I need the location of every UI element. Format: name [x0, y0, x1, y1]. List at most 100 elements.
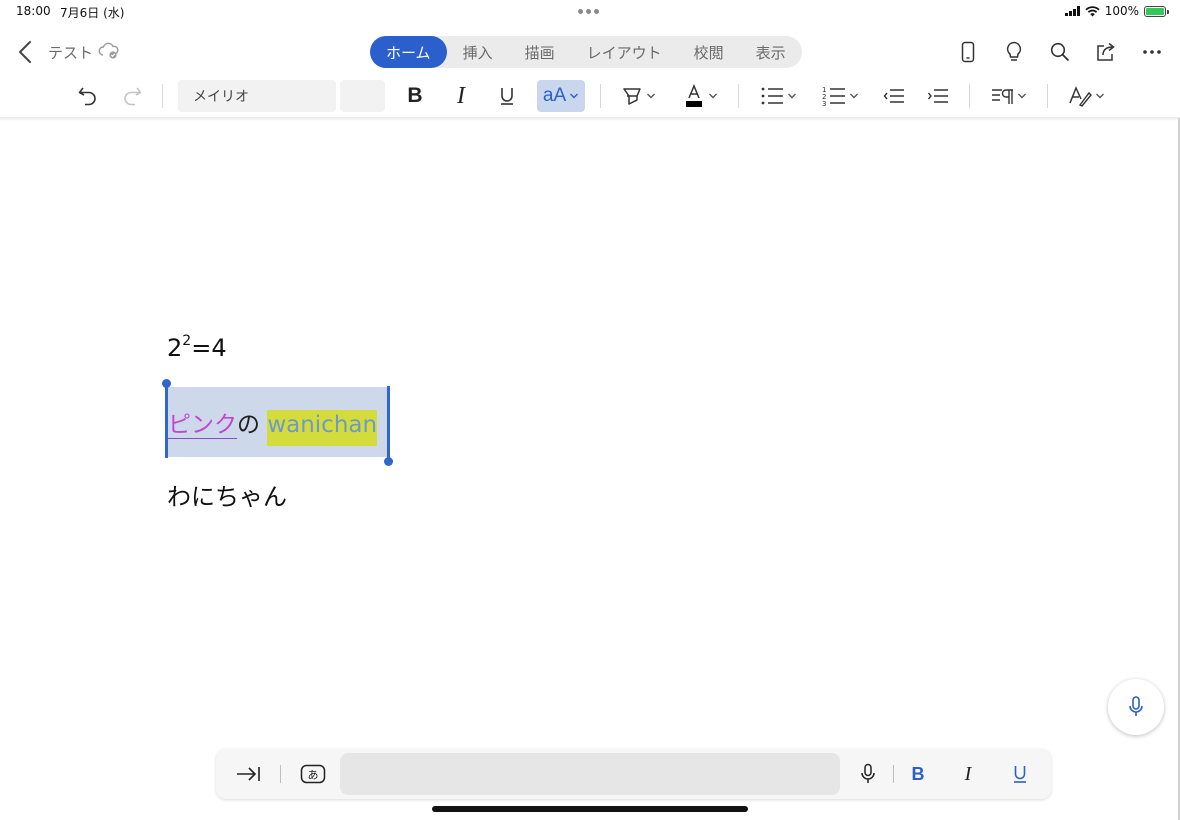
bold-icon: B — [911, 763, 925, 784]
numbering-button[interactable]: 123 — [818, 80, 862, 112]
svg-text:3: 3 — [822, 100, 826, 107]
chevron-down-icon — [787, 93, 796, 99]
tab-insert[interactable]: 挿入 — [447, 36, 509, 68]
tab-draw[interactable]: 描画 — [509, 36, 571, 68]
bold-icon: B — [407, 84, 423, 107]
tab-home[interactable]: ホーム — [370, 36, 447, 68]
chevron-down-icon — [570, 93, 579, 99]
status-indicators: 100% — [1064, 4, 1169, 18]
increase-indent-icon — [927, 89, 948, 103]
document-title[interactable]: テスト — [48, 42, 93, 63]
redo-button[interactable] — [116, 80, 148, 112]
back-button[interactable] — [14, 38, 38, 66]
paragraph-text[interactable]: わにちゃん — [167, 477, 287, 512]
svg-text:あ: あ — [308, 769, 319, 782]
tab-key-button[interactable] — [232, 758, 264, 790]
paragraph-button[interactable] — [986, 80, 1030, 112]
multitasking-dots-icon[interactable] — [578, 9, 599, 14]
bar-divider — [280, 765, 281, 783]
paragraph-icon — [991, 89, 1013, 104]
cellular-signal-icon — [1064, 6, 1080, 16]
tab-review[interactable]: 校閲 — [678, 36, 740, 68]
battery-icon — [1144, 5, 1169, 17]
mobile-view-button[interactable] — [952, 38, 984, 66]
highlight-color-button[interactable] — [616, 80, 660, 112]
search-button[interactable] — [1044, 38, 1076, 66]
ribbon-shadow — [0, 117, 1180, 121]
input-mode-button[interactable]: あ — [296, 758, 330, 790]
highlighter-icon — [622, 88, 641, 105]
status-time: 18:00 — [16, 4, 51, 18]
dictation-key-button[interactable] — [852, 758, 884, 790]
lightbulb-icon — [1006, 41, 1022, 61]
styles-button[interactable] — [1064, 80, 1108, 112]
italic-icon: I — [964, 762, 972, 785]
selection-end-handle[interactable] — [384, 457, 393, 466]
undo-icon — [78, 87, 96, 106]
tab-layout[interactable]: レイアウト — [571, 36, 678, 68]
equation-exponent: 2 — [182, 333, 192, 349]
equation-base: 2 — [167, 334, 183, 362]
home-ribbon: メイリオ B I aA 123 — [0, 76, 1180, 116]
ribbon-divider — [969, 84, 970, 108]
more-button[interactable] — [1136, 38, 1168, 66]
decrease-indent-icon — [883, 89, 904, 103]
share-button[interactable] — [1090, 38, 1122, 66]
bold-button[interactable]: B — [400, 80, 430, 112]
bullets-button[interactable] — [756, 80, 800, 112]
bar-divider — [893, 765, 894, 783]
text-effects-button[interactable]: aA — [537, 80, 585, 112]
dictate-button[interactable] — [1108, 679, 1164, 735]
keyboard-kana-icon: あ — [300, 764, 326, 784]
bullets-icon — [761, 87, 783, 105]
numbering-icon: 123 — [822, 86, 845, 107]
underline-button[interactable] — [492, 80, 522, 112]
ribbon-divider — [1047, 84, 1048, 108]
selection-end-bar — [387, 386, 390, 458]
highlighted-text: wanichan — [267, 410, 378, 446]
font-size-field[interactable] — [340, 80, 385, 112]
paragraph-equation[interactable]: 22=4 — [167, 333, 227, 362]
cloud-sync-icon[interactable] — [98, 42, 120, 64]
equation-result: =4 — [191, 334, 227, 362]
ribbon-divider — [738, 84, 739, 108]
phone-icon — [961, 41, 975, 63]
decrease-indent-button[interactable] — [878, 80, 910, 112]
home-indicator[interactable] — [432, 806, 748, 812]
ideas-button[interactable] — [998, 38, 1030, 66]
pink-text: ピンク — [168, 412, 237, 438]
undo-button[interactable] — [72, 80, 104, 112]
wifi-icon — [1085, 5, 1100, 16]
chevron-down-icon — [646, 93, 655, 99]
underline-key-button[interactable] — [1004, 758, 1036, 790]
italic-key-button[interactable]: I — [952, 758, 984, 790]
paragraph-selected[interactable]: ピンクの wanichan — [168, 405, 378, 446]
increase-indent-button[interactable] — [922, 80, 954, 112]
underline-icon — [501, 88, 513, 105]
plain-text: の — [237, 412, 260, 438]
ribbon-divider — [600, 84, 601, 108]
selection-start-handle[interactable] — [162, 379, 171, 388]
italic-button[interactable]: I — [446, 80, 476, 112]
back-icon — [19, 41, 31, 63]
share-icon — [1097, 42, 1115, 61]
ribbon-divider — [162, 84, 163, 108]
microphone-icon — [861, 763, 875, 783]
search-icon — [1050, 42, 1070, 62]
status-date: 7月6日 (水) — [60, 6, 125, 20]
chevron-down-icon — [708, 93, 717, 99]
bold-key-button[interactable]: B — [902, 758, 934, 790]
microphone-icon — [1129, 696, 1143, 716]
battery-percent: 100% — [1104, 4, 1139, 18]
more-icon — [1143, 50, 1161, 54]
underline-icon — [1014, 766, 1026, 783]
text-effects-icon: aA — [542, 85, 567, 106]
suggestion-field[interactable] — [340, 753, 840, 795]
chevron-down-icon — [1095, 93, 1104, 99]
redo-icon — [124, 87, 142, 106]
chevron-down-icon — [849, 93, 858, 99]
font-color-icon — [685, 84, 702, 107]
font-name-field[interactable]: メイリオ — [178, 80, 336, 112]
tab-view[interactable]: 表示 — [740, 36, 802, 68]
font-color-button[interactable] — [678, 80, 722, 112]
